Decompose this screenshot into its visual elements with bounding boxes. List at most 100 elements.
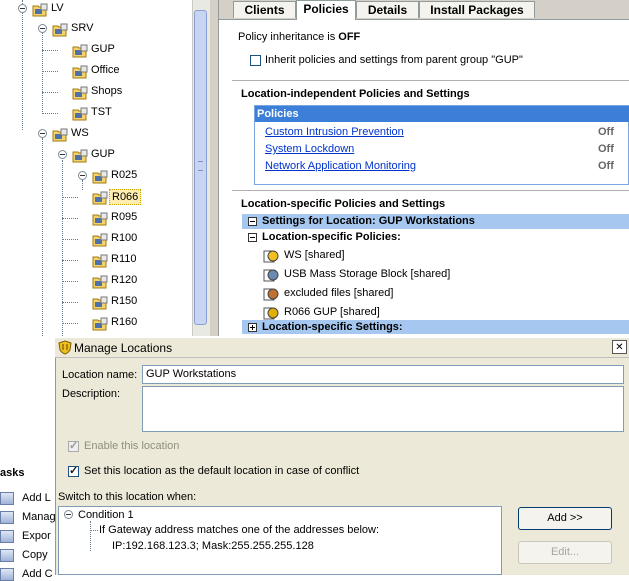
location-policy-item[interactable]: R066 GUP [shared]	[284, 306, 380, 318]
dialog-title: Manage Locations	[74, 341, 173, 355]
condition-connector	[90, 521, 91, 551]
folder-icon	[92, 254, 108, 268]
description-label: Description:	[62, 388, 121, 400]
tree-node-label[interactable]: GUP	[89, 147, 117, 161]
tree-node-label[interactable]: Office	[89, 63, 122, 77]
tree-expander-icon[interactable]	[58, 150, 67, 159]
tree-expander-icon[interactable]	[18, 4, 27, 13]
tree-node[interactable]: R120	[0, 272, 192, 292]
tree-node[interactable]: R025	[0, 167, 192, 187]
default-location-label: Set this location as the default locatio…	[84, 465, 360, 477]
description-field[interactable]	[142, 386, 624, 432]
folder-icon	[92, 296, 108, 310]
tree-expander-icon[interactable]	[38, 129, 47, 138]
task-icon	[0, 511, 14, 524]
condition-collapse-icon[interactable]	[64, 510, 73, 519]
divider	[232, 80, 629, 81]
inherit-checkbox[interactable]	[250, 55, 261, 66]
policies-header: Policies	[255, 106, 629, 122]
location-specific-policies-label: Location-specific Policies:	[262, 231, 401, 243]
firewall-icon	[263, 250, 279, 263]
policy-link[interactable]: Network Application Monitoring	[265, 160, 416, 172]
condition-title[interactable]: Condition 1	[78, 509, 134, 521]
tree-node[interactable]: GUP	[0, 41, 192, 61]
task-item[interactable]: Add C	[22, 568, 53, 580]
collapse-icon[interactable]	[248, 217, 257, 226]
folder-icon	[72, 65, 88, 79]
tree-node-label[interactable]: Shops	[89, 84, 124, 98]
location-policy-item[interactable]: excluded files [shared]	[284, 287, 393, 299]
tree-connector	[62, 302, 78, 303]
tree-node[interactable]: R160	[0, 314, 192, 334]
tab-clients[interactable]: Clients	[233, 1, 296, 18]
settings-for-location-label: Settings for Location: GUP Workstations	[262, 215, 475, 227]
tree-node-label[interactable]: R066	[109, 189, 142, 205]
close-icon[interactable]: ✕	[612, 340, 627, 354]
tab-policies[interactable]: Policies	[296, 0, 356, 20]
folder-icon	[72, 44, 88, 58]
tree-node[interactable]: GUP	[0, 146, 192, 166]
tree-node[interactable]: R066	[0, 188, 192, 208]
tree-connector	[62, 197, 78, 198]
tree-node-label[interactable]: R120	[109, 273, 139, 287]
tree-node-label[interactable]: R095	[109, 210, 139, 224]
dialog-title-bar[interactable]: Manage Locations ✕	[55, 338, 629, 358]
enable-location-checkbox[interactable]	[68, 439, 79, 452]
tree-node-label[interactable]: R150	[109, 294, 139, 308]
location-policy-item[interactable]: USB Mass Storage Block [shared]	[284, 268, 450, 280]
folder-icon	[32, 3, 48, 17]
policy-link[interactable]: Custom Intrusion Prevention	[265, 126, 404, 138]
tree-node-label[interactable]: R110	[109, 252, 138, 266]
default-location-checkbox[interactable]	[68, 464, 79, 477]
add-condition-button[interactable]: Add >>	[518, 507, 612, 530]
tree-node[interactable]: R095	[0, 209, 192, 229]
folder-icon	[92, 275, 108, 289]
tree-node[interactable]: TST	[0, 104, 192, 124]
tree-connector	[42, 50, 58, 51]
tree-connector	[62, 323, 78, 324]
task-item[interactable]: Manag	[22, 511, 56, 523]
tree-node-label[interactable]: R025	[109, 168, 139, 182]
tree-node[interactable]: R100	[0, 230, 192, 250]
edit-condition-button[interactable]: Edit...	[518, 541, 612, 564]
tree-node-label[interactable]: LV	[49, 1, 66, 15]
tree-node-label[interactable]: SRV	[69, 21, 95, 35]
tree-connector	[62, 281, 78, 282]
switch-when-label: Switch to this location when:	[58, 491, 197, 503]
location-policy-item[interactable]: WS [shared]	[284, 249, 345, 261]
collapse-icon[interactable]	[248, 233, 257, 242]
tab-install-packages[interactable]: Install Packages	[419, 1, 535, 18]
tree-expander-icon[interactable]	[78, 171, 87, 180]
tree-connector	[62, 218, 78, 219]
tree-node[interactable]: Office	[0, 62, 192, 82]
tab-bar: Clients Policies Details Install Package…	[219, 0, 629, 20]
tree-scroll-thumb[interactable]	[194, 10, 207, 325]
location-name-field[interactable]: GUP Workstations	[142, 365, 624, 384]
tree-connector	[62, 239, 78, 240]
expand-icon[interactable]	[248, 323, 257, 332]
tree-node-label[interactable]: GUP	[89, 42, 117, 56]
group-tree[interactable]: LV SRV GUP Office Shops TST WS GUP R025 R066 R095 R…	[0, 0, 192, 336]
policy-state: Off	[598, 160, 614, 172]
task-item[interactable]: Expor	[22, 530, 51, 542]
tab-details[interactable]: Details	[356, 1, 419, 18]
tree-node-label[interactable]: R160	[109, 315, 139, 329]
tree-node[interactable]: LV	[0, 0, 192, 20]
tree-node[interactable]: SRV	[0, 20, 192, 40]
tree-node-label[interactable]: R100	[109, 231, 139, 245]
task-item[interactable]: Copy	[22, 549, 48, 561]
policy-link[interactable]: System Lockdown	[265, 143, 354, 155]
tree-node[interactable]: R150	[0, 293, 192, 313]
inherit-checkbox-label: Inherit policies and settings from paren…	[265, 54, 523, 66]
tree-expander-icon[interactable]	[38, 24, 47, 33]
tree-node-label[interactable]: WS	[69, 126, 91, 140]
pane-splitter[interactable]	[210, 0, 219, 336]
tree-node[interactable]: Shops	[0, 83, 192, 103]
tree-node-label[interactable]: TST	[89, 105, 114, 119]
liveupdate-icon	[263, 307, 279, 320]
tree-node[interactable]: R110	[0, 251, 192, 271]
tree-node[interactable]: WS	[0, 125, 192, 145]
policy-state: Off	[598, 126, 614, 138]
condition-text: If Gateway address matches one of the ad…	[99, 524, 380, 536]
task-item[interactable]: Add L	[22, 492, 51, 504]
